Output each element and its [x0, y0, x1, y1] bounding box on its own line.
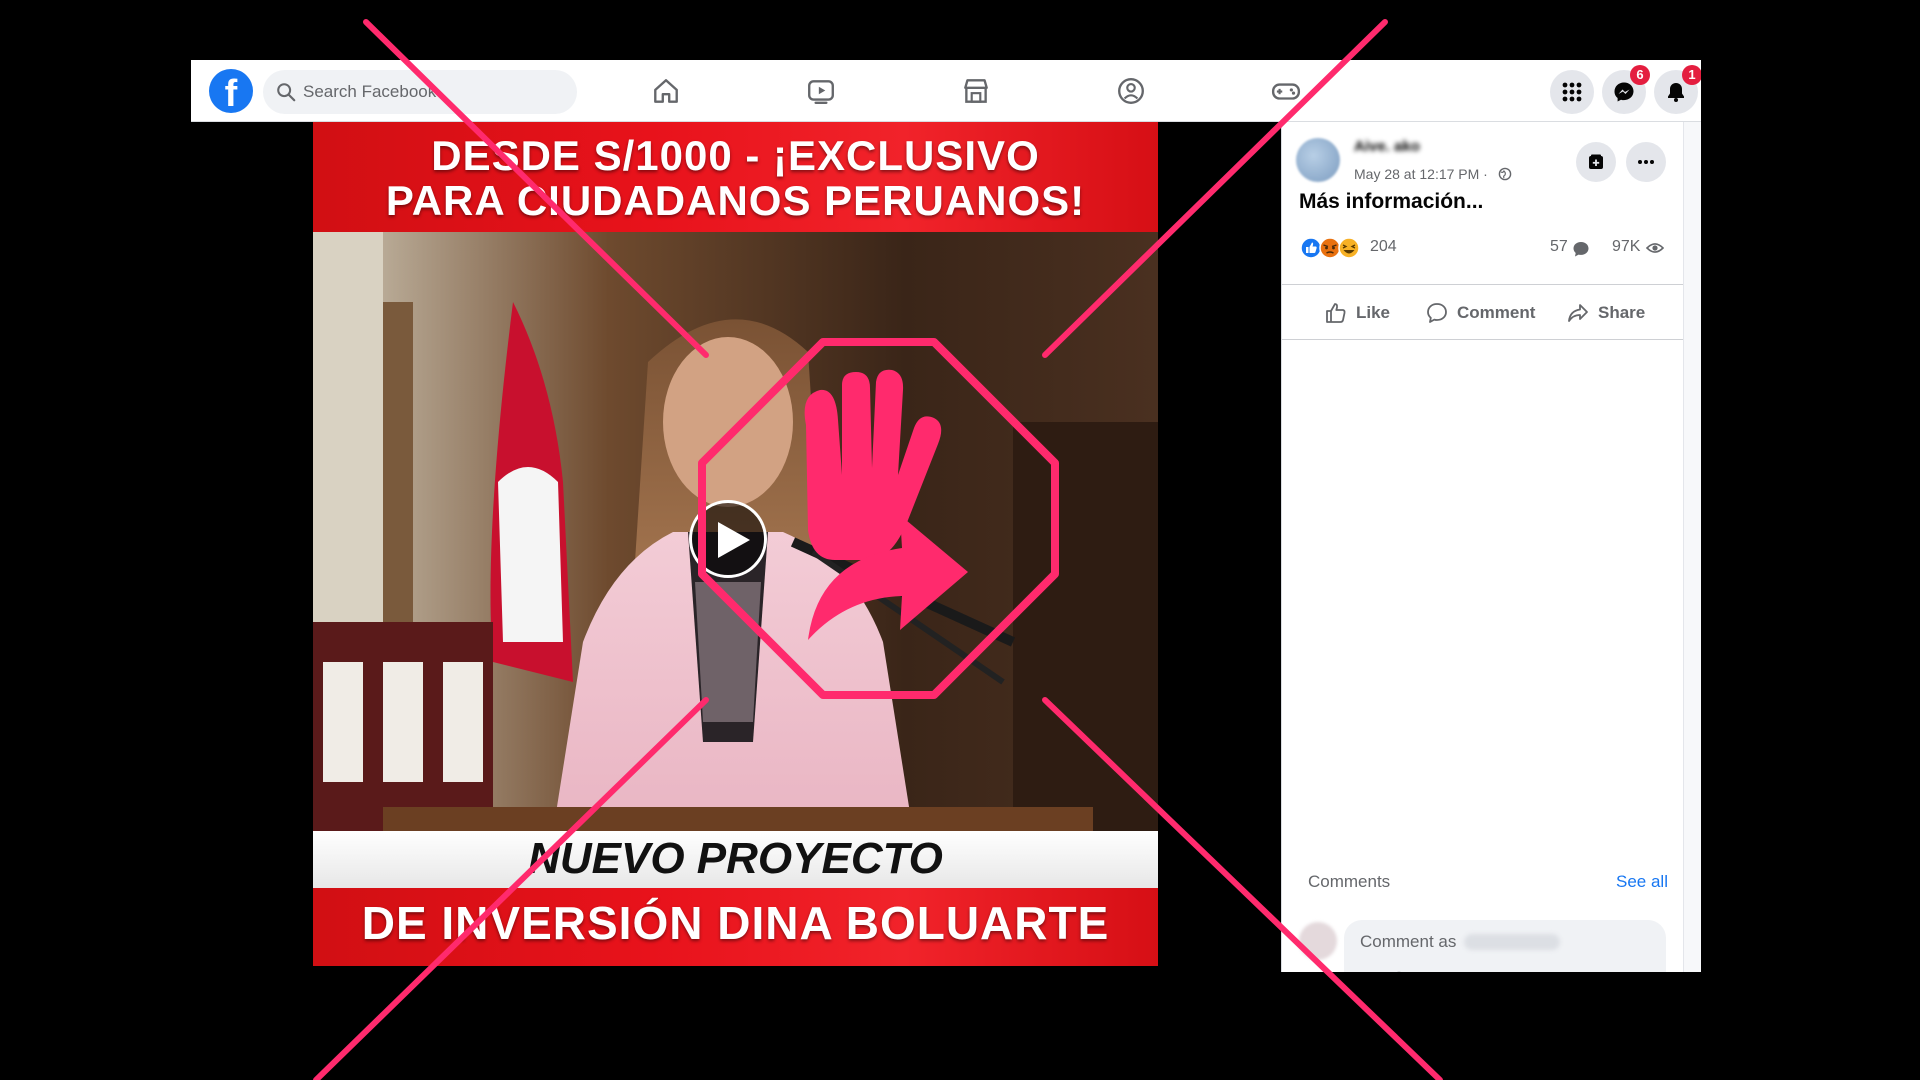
gif-icon[interactable]: GIF: [1420, 970, 1440, 972]
post-side-panel: Aive. ako May 28 at 12:17 PM · Más infor…: [1281, 122, 1701, 972]
angry-reaction-icon: [1319, 237, 1341, 259]
video-player[interactable]: DESDE S/1000 - ¡EXCLUSIVO PARA CIUDADANO…: [191, 122, 1281, 972]
more-icon: [1638, 160, 1654, 164]
video-headline-line2: PARA CIUDADANOS PERUANOS!: [385, 177, 1086, 224]
video-icon[interactable]: [806, 76, 836, 106]
like-reaction-icon: [1300, 237, 1322, 259]
messenger-badge: 6: [1630, 65, 1650, 85]
groups-icon[interactable]: [1116, 76, 1146, 106]
globe-icon: [1498, 167, 1512, 181]
save-post-button[interactable]: [1576, 142, 1616, 182]
video-middle-caption: NUEVO PROYECTO: [528, 834, 943, 883]
like-button[interactable]: Like: [1324, 285, 1390, 341]
post-text: Más información...: [1299, 190, 1484, 213]
messenger-button[interactable]: 6: [1602, 65, 1650, 114]
reaction-count[interactable]: 204: [1370, 238, 1397, 256]
post-action-bar: Like Comment Share: [1282, 284, 1684, 340]
notifications-badge: 1: [1682, 65, 1701, 85]
see-all-comments-link[interactable]: See all: [1616, 872, 1668, 892]
home-icon[interactable]: [651, 76, 681, 106]
facebook-logo[interactable]: f: [209, 69, 253, 115]
commenter-name-redacted: [1464, 934, 1560, 950]
search-input[interactable]: [303, 70, 563, 114]
post-timestamp[interactable]: May 28 at 12:17 PM ·: [1354, 166, 1488, 182]
notifications-button[interactable]: 1: [1654, 65, 1701, 114]
author-avatar[interactable]: [1296, 138, 1340, 182]
commenter-avatar: [1299, 922, 1337, 960]
menu-button[interactable]: [1550, 70, 1594, 114]
view-count: 97K: [1612, 238, 1641, 255]
share-label: Share: [1598, 303, 1646, 322]
video-headline-line1: DESDE S/1000 - ¡EXCLUSIVO: [431, 132, 1040, 179]
comment-input-box[interactable]: Comment as GIF: [1344, 920, 1666, 972]
comment-button[interactable]: Comment: [1425, 285, 1535, 341]
panel-scroll-edge: [1683, 122, 1701, 972]
sticker-icon[interactable]: [1451, 970, 1471, 972]
more-options-button[interactable]: [1626, 142, 1666, 182]
comment-bubble-icon: [1573, 242, 1589, 257]
share-icon: [1568, 304, 1588, 322]
menu-grid-icon: [1562, 82, 1582, 102]
play-button[interactable]: [689, 500, 767, 578]
top-navigation-bar: f Search Facebook 6 1: [191, 60, 1701, 122]
comment-input-placeholder[interactable]: Comment as: [1360, 932, 1456, 952]
emoji-icon[interactable]: [1389, 970, 1409, 972]
messenger-icon: [1614, 82, 1634, 102]
comments-heading: Comments: [1308, 872, 1391, 891]
search-bar[interactable]: [263, 70, 577, 114]
comment-icon: [1427, 303, 1447, 323]
video-frame: DESDE S/1000 - ¡EXCLUSIVO PARA CIUDADANO…: [313, 122, 1158, 966]
save-icon: [1589, 154, 1603, 169]
send-icon[interactable]: [1634, 970, 1656, 972]
share-button[interactable]: Share: [1566, 285, 1645, 341]
notifications-bell-icon: [1668, 83, 1684, 102]
haha-reaction-icon: [1338, 237, 1360, 259]
eye-icon: [1646, 243, 1664, 253]
comment-label: Comment: [1457, 303, 1536, 322]
facebook-screenshot: f Search Facebook 6 1 DESDE S/1000 - ¡EX…: [191, 60, 1701, 972]
marketplace-icon[interactable]: [961, 76, 991, 106]
play-icon: [718, 522, 750, 558]
video-bottom-caption: DE INVERSIÓN DINA BOLUARTE: [361, 897, 1110, 949]
reaction-icons[interactable]: [1300, 237, 1366, 259]
comment-count[interactable]: 57: [1550, 238, 1568, 256]
author-name[interactable]: Aive. ako: [1354, 138, 1420, 152]
like-label: Like: [1356, 303, 1391, 322]
gaming-icon[interactable]: [1271, 76, 1301, 106]
thumbs-up-icon: [1326, 303, 1346, 323]
search-icon: [277, 83, 296, 102]
avatar-sticker-icon[interactable]: [1358, 970, 1378, 972]
